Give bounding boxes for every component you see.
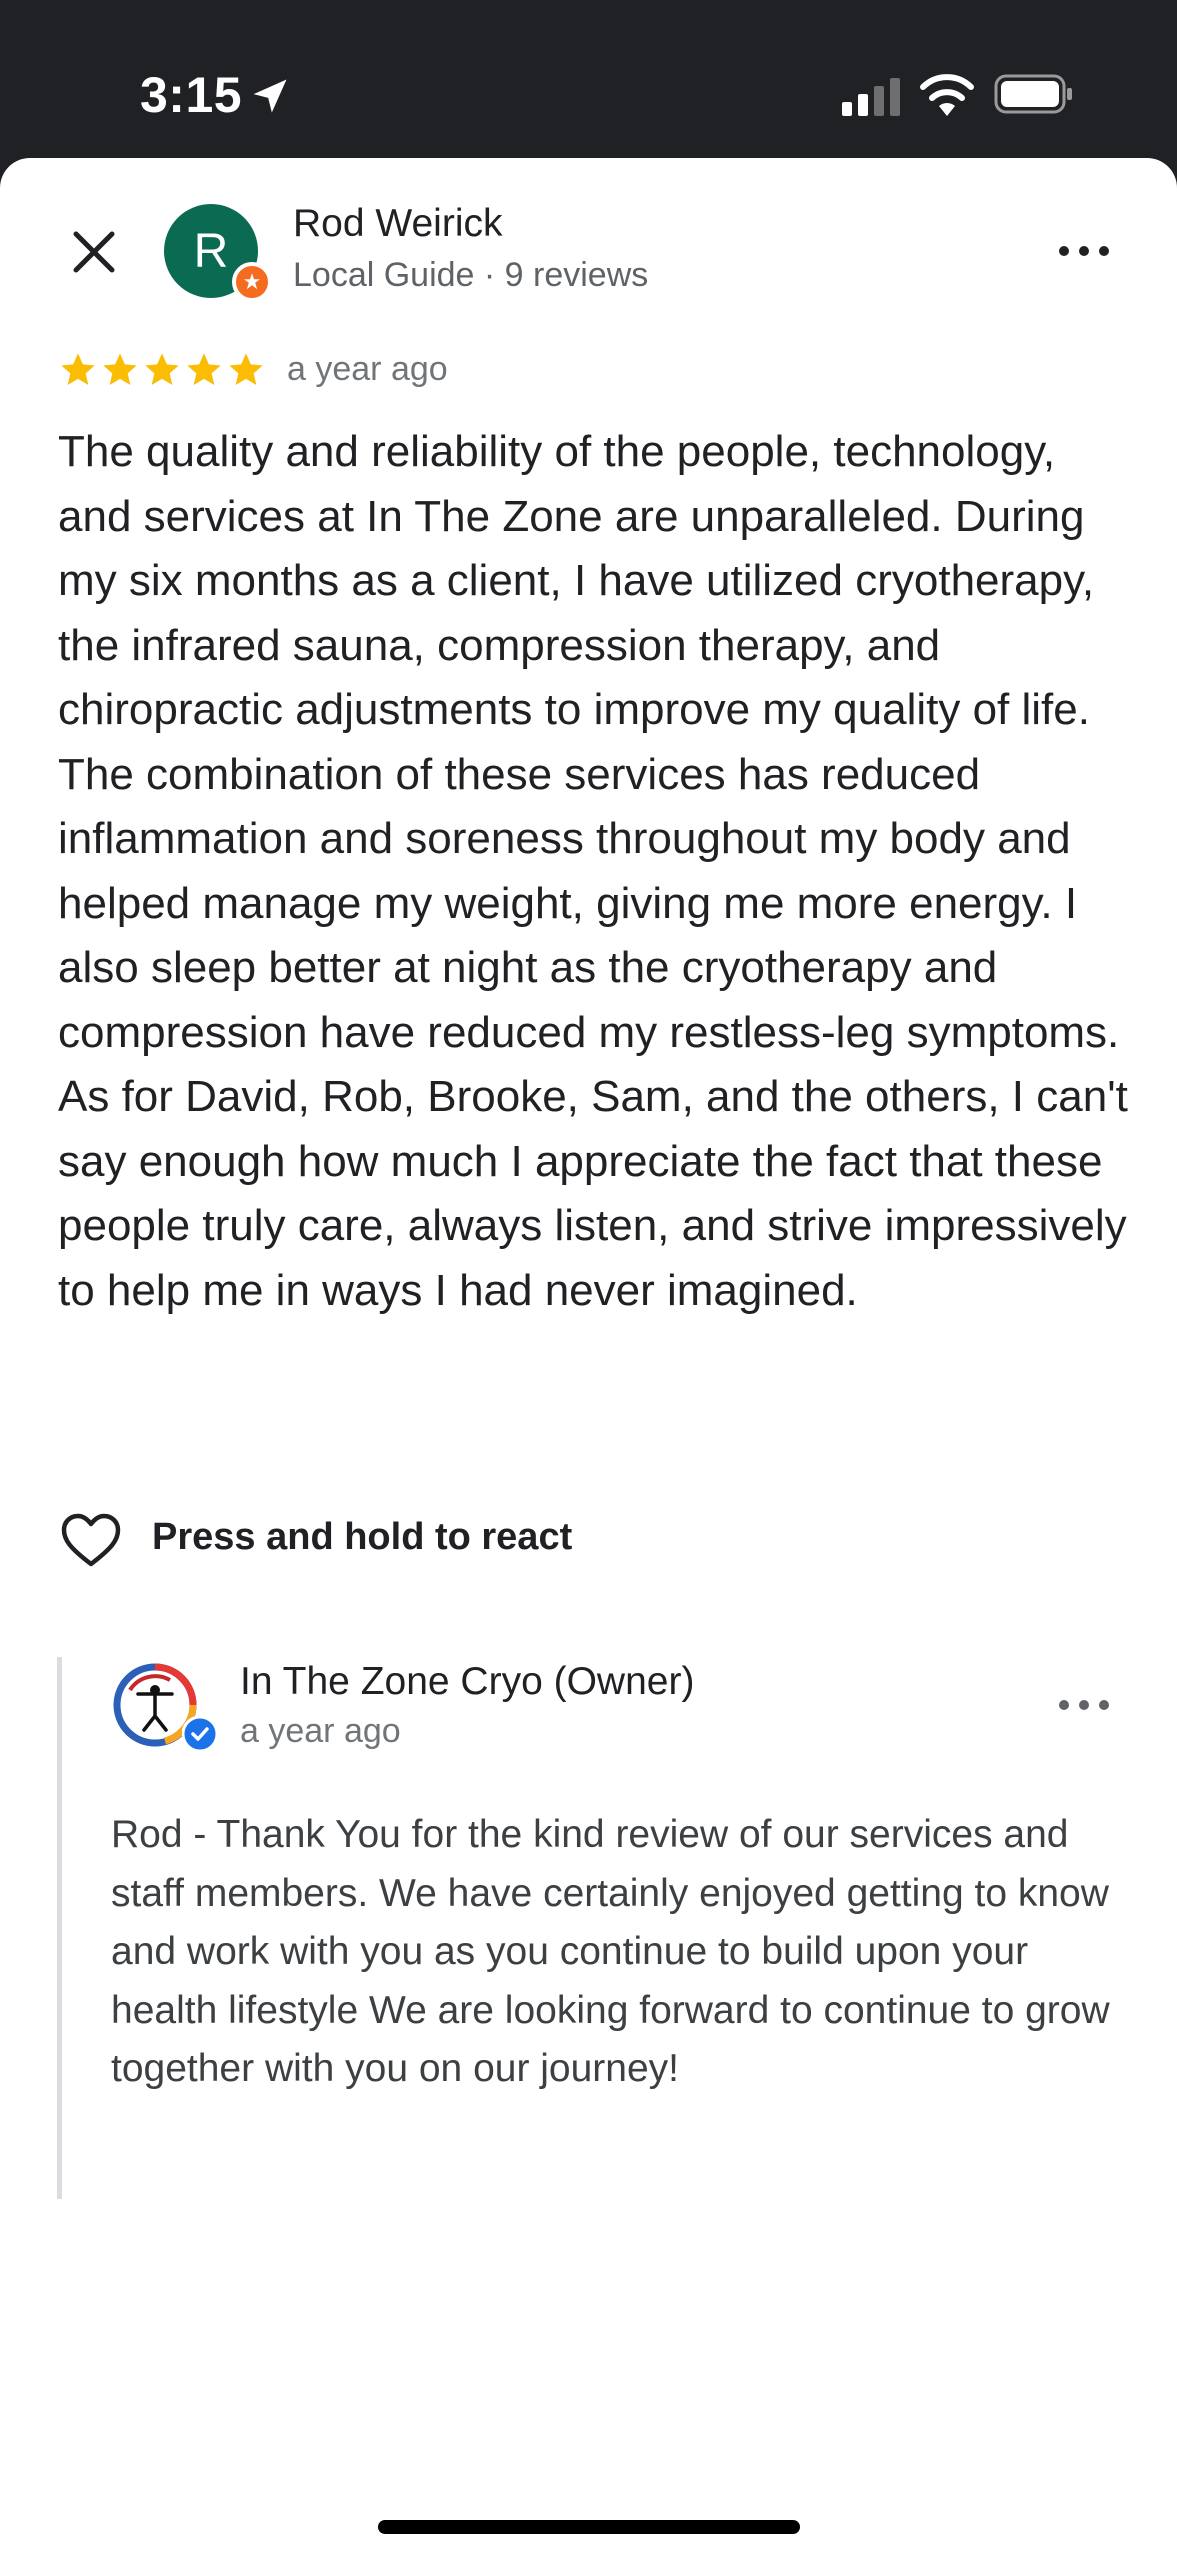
review-text: The quality and reliability of the peopl… (58, 427, 1128, 1315)
star-icon (61, 353, 95, 385)
more-options-icon[interactable] (1054, 236, 1114, 266)
status-time: 3:15 (140, 67, 243, 123)
reply-divider (57, 1657, 62, 2199)
avatar-initial: R (193, 224, 229, 278)
star-icon (145, 353, 179, 385)
local-guide-badge-icon (232, 262, 272, 302)
star-rating (58, 350, 266, 392)
owner-reply-time: a year ago (240, 1712, 401, 1750)
home-indicator[interactable] (378, 2520, 800, 2534)
reviewer-name[interactable]: Rod Weirick (293, 202, 503, 246)
owner-name: In The Zone Cryo (Owner) (240, 1660, 695, 1703)
star-icon (187, 353, 221, 385)
react-button[interactable] (60, 1508, 122, 1572)
wifi-icon (920, 74, 974, 116)
star-icon (229, 353, 263, 385)
star-icon (103, 353, 137, 385)
heart-icon (61, 1513, 121, 1567)
verified-badge-icon (182, 1716, 218, 1752)
reviewer-meta: Local Guide · 9 reviews (293, 256, 649, 294)
location-arrow-icon (253, 79, 287, 113)
close-icon[interactable] (64, 222, 124, 282)
owner-reply-text: Rod - Thank You for the kind review of o… (111, 1813, 1110, 2091)
battery-icon (994, 74, 1072, 114)
review-time: a year ago (287, 350, 448, 388)
status-bar: 3:15 (0, 0, 1177, 160)
cellular-signal-icon (842, 78, 900, 116)
owner-more-options-icon[interactable] (1054, 1690, 1114, 1720)
react-label[interactable]: Press and hold to react (152, 1516, 572, 1559)
